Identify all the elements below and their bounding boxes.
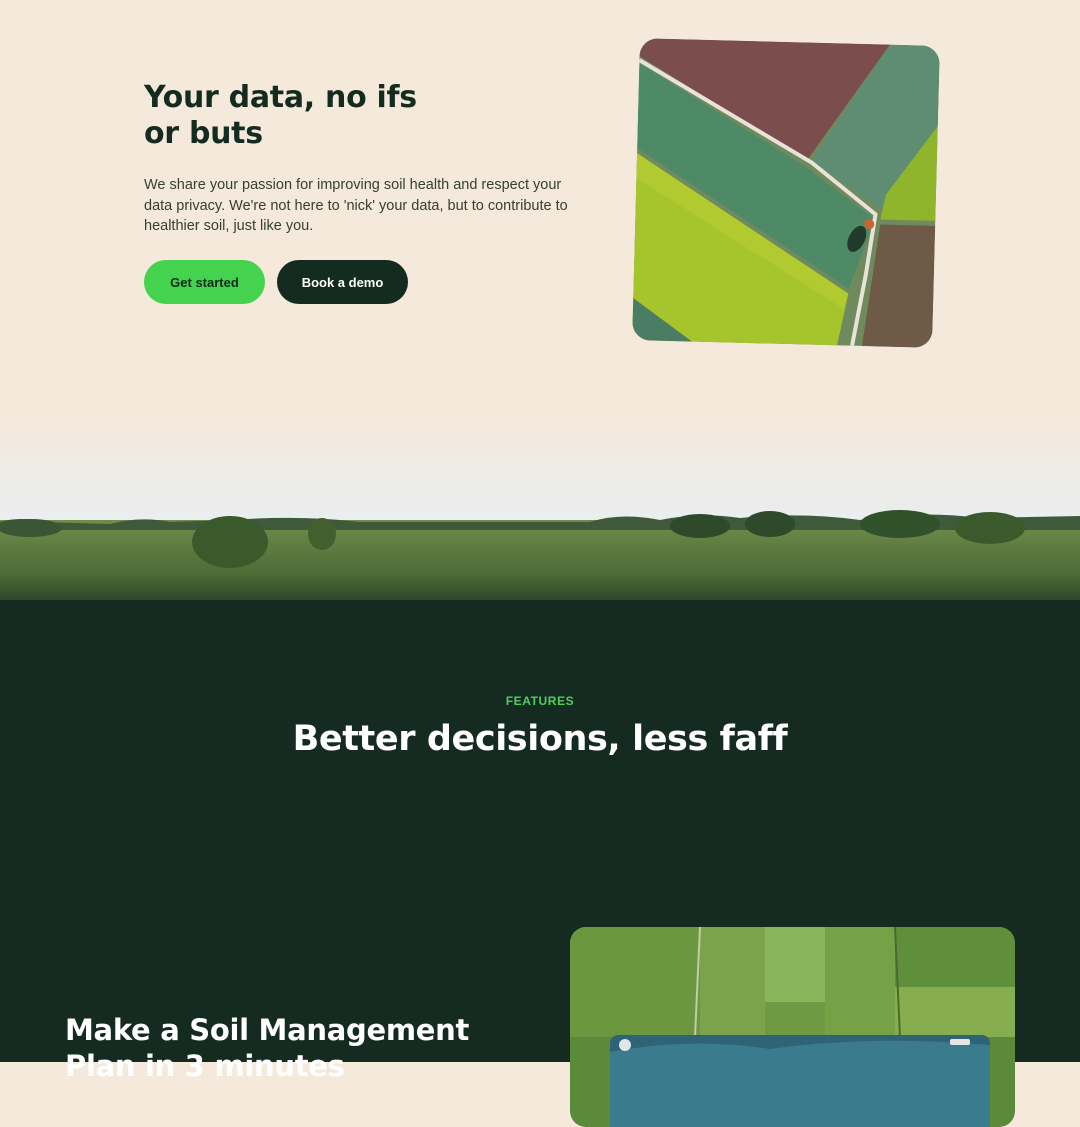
aerial-field-image: [632, 38, 940, 348]
hero-title: Your data, no ifs or buts: [144, 80, 417, 151]
get-started-button[interactable]: Get started: [144, 260, 265, 304]
hero-section: Your data, no ifs or buts We share your …: [0, 0, 1080, 620]
soil-plan-title: Make a Soil Management Plan in 3 minutes: [65, 1013, 470, 1083]
book-demo-button[interactable]: Book a demo: [277, 260, 408, 304]
features-title: Better decisions, less faff: [292, 719, 788, 759]
features-section: FEATURES Better decisions, less faff Mak…: [0, 600, 1080, 1127]
hero-description: We share your passion for improving soil…: [144, 177, 568, 234]
field-map-image: [570, 927, 1015, 1127]
landscape-image: [0, 420, 1080, 620]
features-eyebrow: FEATURES: [505, 694, 575, 708]
